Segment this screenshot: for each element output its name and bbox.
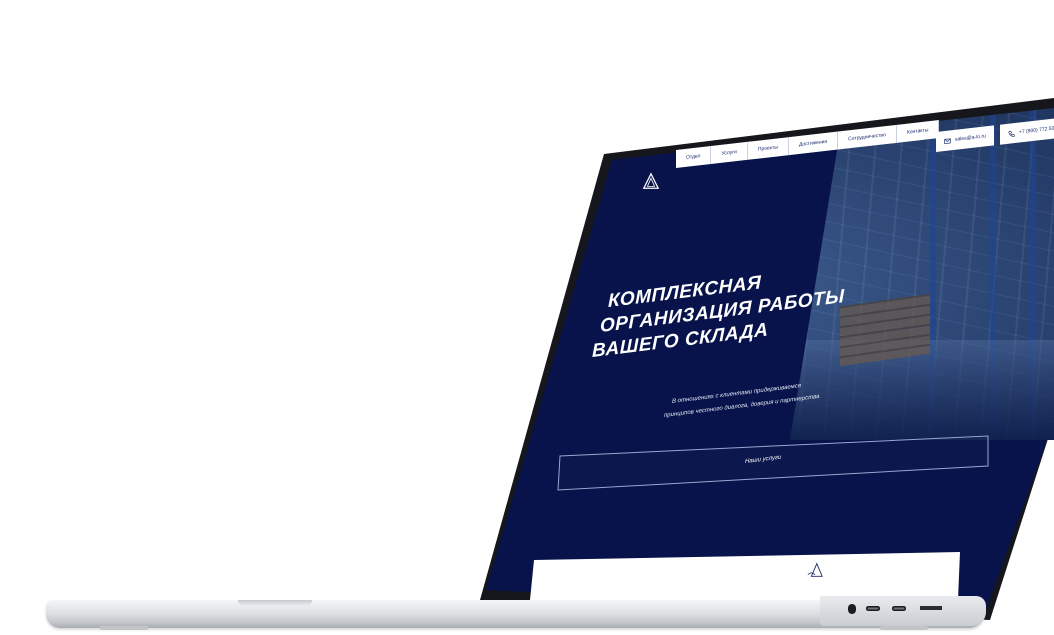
hdmi-port <box>920 606 942 610</box>
laptop-side <box>820 596 986 626</box>
usb-c-port <box>866 606 880 611</box>
headphone-jack <box>848 604 856 614</box>
phone-text: +7 (900) 772 50 … <box>1018 125 1054 136</box>
email-text: sales@a-lo.ru <box>955 133 986 143</box>
laptop-foot <box>100 626 148 630</box>
mail-icon <box>944 137 951 144</box>
laptop-foot <box>880 626 928 630</box>
phone-icon <box>1008 130 1015 137</box>
services-button[interactable] <box>556 434 990 492</box>
triangle-logo-icon <box>807 562 823 577</box>
laptop-hinge-notch <box>238 600 312 606</box>
usb-c-port <box>892 606 906 611</box>
triangle-logo-icon[interactable] <box>642 172 660 190</box>
